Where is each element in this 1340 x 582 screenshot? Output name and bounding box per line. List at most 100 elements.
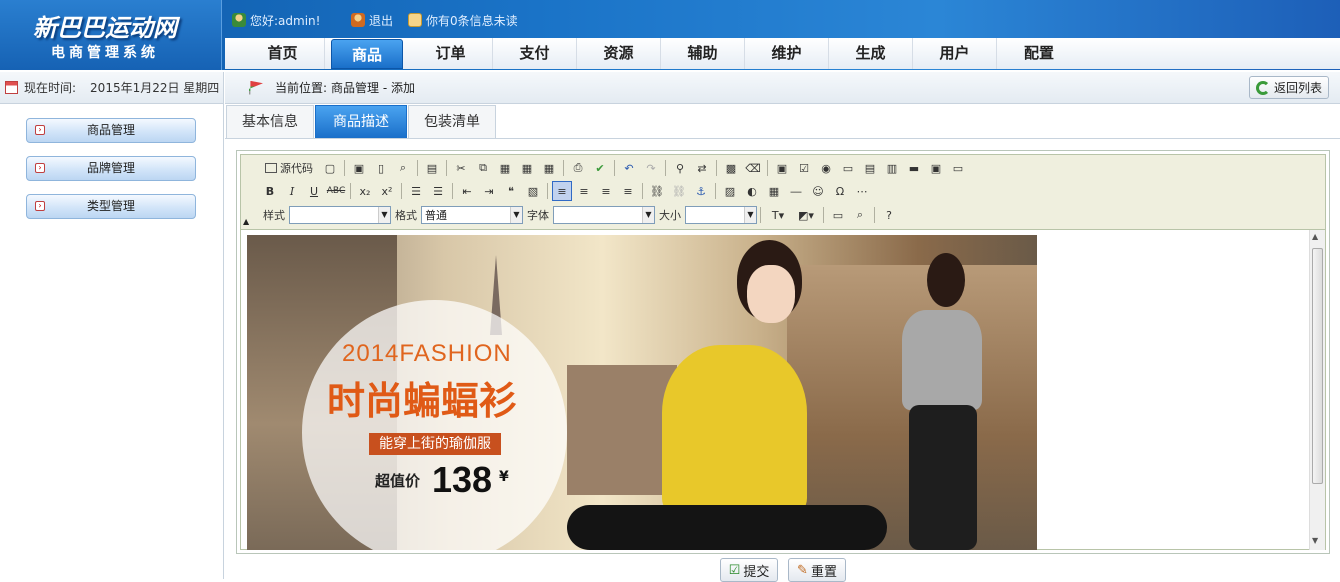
- nav-generate[interactable]: 生成: [829, 38, 913, 69]
- save-icon[interactable]: ▣: [349, 158, 369, 178]
- outdent-icon[interactable]: ⇤: [457, 181, 477, 201]
- italic-icon[interactable]: I: [282, 181, 302, 201]
- remove-format-icon[interactable]: ⌫: [743, 158, 763, 178]
- textarea-icon[interactable]: ▤: [860, 158, 880, 178]
- scroll-thumb[interactable]: [1312, 248, 1323, 484]
- toolbar-separator: [563, 160, 564, 176]
- text-color-icon[interactable]: T▾: [765, 205, 791, 225]
- numbered-list-icon[interactable]: ☰: [406, 181, 426, 201]
- nav-resources[interactable]: 资源: [577, 38, 661, 69]
- link-icon[interactable]: ⛓: [647, 181, 667, 201]
- superscript-icon[interactable]: x²: [377, 181, 397, 201]
- bold-icon[interactable]: B: [260, 181, 280, 201]
- subscript-icon[interactable]: x₂: [355, 181, 375, 201]
- nav-users[interactable]: 用户: [913, 38, 997, 69]
- source-button[interactable]: 源代码: [260, 158, 318, 178]
- sidebar-item-brands[interactable]: › 品牌管理: [26, 156, 196, 181]
- breadcrumb-path: 商品管理 - 添加: [331, 81, 416, 95]
- align-left-icon[interactable]: ≡: [552, 181, 572, 201]
- button-field-icon[interactable]: ▬: [904, 158, 924, 178]
- scroll-up-icon[interactable]: ▲: [1312, 232, 1318, 241]
- breadcrumb: 当前位置: 商品管理 - 添加: [225, 72, 1340, 104]
- textfield-icon[interactable]: ▭: [838, 158, 858, 178]
- page-break-icon[interactable]: ⋯: [852, 181, 872, 201]
- sidebar-item-label: 商品管理: [86, 123, 135, 137]
- cut-icon[interactable]: ✂: [451, 158, 471, 178]
- blockquote-icon[interactable]: ❝: [501, 181, 521, 201]
- hidden-field-icon[interactable]: ▭: [948, 158, 968, 178]
- underline-icon[interactable]: U: [304, 181, 324, 201]
- div-container-icon[interactable]: ▧: [523, 181, 543, 201]
- image-button-icon[interactable]: ▣: [926, 158, 946, 178]
- show-blocks-icon[interactable]: ⌕: [850, 205, 870, 225]
- select-field-icon[interactable]: ▥: [882, 158, 902, 178]
- sidebar-item-types[interactable]: › 类型管理: [26, 194, 196, 219]
- collapse-toolbar-icon[interactable]: ▲: [243, 217, 249, 226]
- table-icon[interactable]: ▦: [764, 181, 784, 201]
- nav-products[interactable]: 商品: [331, 39, 403, 69]
- toolbar-separator: [344, 160, 345, 176]
- anchor-icon[interactable]: ⚓: [691, 181, 711, 201]
- smiley-icon[interactable]: ☺: [808, 181, 828, 201]
- copy-icon[interactable]: ⧉: [473, 158, 493, 178]
- flash-icon[interactable]: ◐: [742, 181, 762, 201]
- sidebar-item-products[interactable]: › 商品管理: [26, 118, 196, 143]
- horizontal-rule-icon[interactable]: ―: [786, 181, 806, 201]
- submit-button[interactable]: ☑ 提交: [720, 558, 778, 582]
- font-select[interactable]: ▼: [553, 206, 655, 224]
- bg-color-icon[interactable]: ◩▾: [793, 205, 819, 225]
- checkbox-icon[interactable]: ☑: [794, 158, 814, 178]
- find-icon[interactable]: ⚲: [670, 158, 690, 178]
- help-icon[interactable]: ?: [879, 205, 899, 225]
- templates-icon[interactable]: ▤: [422, 158, 442, 178]
- scroll-down-icon[interactable]: ▼: [1312, 536, 1318, 545]
- align-justify-icon[interactable]: ≡: [618, 181, 638, 201]
- tab-basic-info[interactable]: 基本信息: [226, 105, 314, 138]
- undo-icon[interactable]: ↶: [619, 158, 639, 178]
- paste-text-icon[interactable]: ▦: [517, 158, 537, 178]
- maximize-icon[interactable]: ▭: [828, 205, 848, 225]
- logout-link[interactable]: 退出: [351, 11, 393, 29]
- spellcheck-icon[interactable]: ✔: [590, 158, 610, 178]
- paste-word-icon[interactable]: ▦: [539, 158, 559, 178]
- strikethrough-icon[interactable]: ABC: [326, 181, 346, 201]
- unlink-icon[interactable]: ⛓: [669, 181, 689, 201]
- editor-content-area[interactable]: 2014FASHION 时尚蝙蝠衫 能穿上街的瑜伽服 超值价 138 ¥ ▲ ▼: [241, 229, 1325, 550]
- bullet-list-icon[interactable]: ☰: [428, 181, 448, 201]
- style-select[interactable]: ▼: [289, 206, 391, 224]
- nav-config[interactable]: 配置: [997, 38, 1081, 69]
- logo-title: 新巴巴运动网: [33, 13, 177, 42]
- print-icon[interactable]: ⎙: [568, 158, 588, 178]
- editor-scrollbar[interactable]: ▲ ▼: [1309, 230, 1325, 550]
- nav-assist[interactable]: 辅助: [661, 38, 745, 69]
- indent-icon[interactable]: ⇥: [479, 181, 499, 201]
- select-all-icon[interactable]: ▩: [721, 158, 741, 178]
- back-to-list-button[interactable]: 返回列表: [1249, 76, 1329, 99]
- logo: 新巴巴运动网 电商管理系统: [0, 0, 222, 70]
- preview-icon[interactable]: ⌕: [393, 158, 413, 178]
- preview-doc-icon[interactable]: ▢: [320, 158, 340, 178]
- messages-text: 你有0条信息未读: [426, 13, 518, 28]
- size-select[interactable]: ▼: [685, 206, 757, 224]
- nav-maintain[interactable]: 维护: [745, 38, 829, 69]
- special-char-icon[interactable]: Ω: [830, 181, 850, 201]
- tab-divider: [225, 138, 1340, 139]
- nav-payment[interactable]: 支付: [493, 38, 577, 69]
- reset-button[interactable]: ✎ 重置: [788, 558, 846, 582]
- new-page-icon[interactable]: ▯: [371, 158, 391, 178]
- image-icon[interactable]: ▨: [720, 181, 740, 201]
- replace-icon[interactable]: ⇄: [692, 158, 712, 178]
- redo-icon[interactable]: ↷: [641, 158, 661, 178]
- align-right-icon[interactable]: ≡: [596, 181, 616, 201]
- paste-icon[interactable]: ▦: [495, 158, 515, 178]
- nav-orders[interactable]: 订单: [409, 38, 493, 69]
- tab-packing-list[interactable]: 包装清单: [408, 105, 496, 138]
- tab-description[interactable]: 商品描述: [315, 105, 407, 138]
- format-select[interactable]: 普通 ▼: [421, 206, 523, 224]
- messages-link[interactable]: 你有0条信息未读: [408, 11, 518, 29]
- radio-icon[interactable]: ◉: [816, 158, 836, 178]
- align-center-icon[interactable]: ≡: [574, 181, 594, 201]
- banner-price: 138: [432, 459, 493, 500]
- nav-home[interactable]: 首页: [241, 38, 325, 69]
- form-icon[interactable]: ▣: [772, 158, 792, 178]
